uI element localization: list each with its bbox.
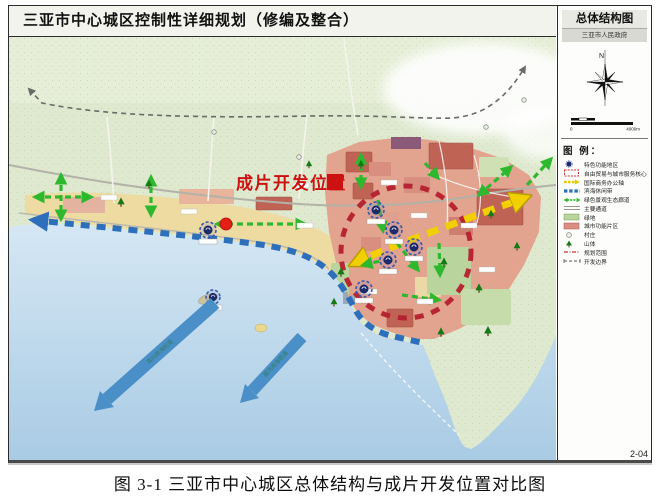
svg-text:N: N [599,53,604,60]
svg-text:4000m: 4000m [626,127,640,132]
annotation-group: 成片开发位置 [236,173,347,193]
legend-item: 自由贸易与城市服务核心 [563,169,648,178]
page-title: 三亚市中心城区控制性详细规划（修编及整合） [9,6,556,35]
blue-circle-icon [563,160,581,168]
map-sheet-title: 总体结构图 [562,10,647,29]
pink-fill-icon [563,222,581,230]
legend: 图 例： 特色功能地区 自由贸易与城市服务核心 国际商务办公轴 滨海休闲带 [563,143,648,266]
village-circle-icon [563,231,581,239]
legend-item: 主要通道 [563,204,648,213]
legend-label: 山体 [584,239,595,248]
legend-label: 滨海休闲带 [584,187,613,196]
plan-sheet: 三亚市中心城区控制性详细规划（修编及整合） [8,5,652,463]
figure-caption: 图 3-1 三亚市中心城区总体结构与成片开发位置对比图 [0,470,660,495]
legend-label: 绿色景观生态廊道 [584,195,630,204]
legend-heading: 图 例： [563,143,648,157]
scale-bar: 0 4000m [568,114,642,132]
legend-label: 村庄 [584,231,595,240]
legend-item: 滨海休闲带 [563,186,648,195]
sidebar-divider [561,138,648,139]
legend-item: 规划范围 [563,248,648,257]
annotation-marker-box [327,174,343,190]
development-site-dot [220,218,232,230]
red-dashed-box-icon [563,169,581,177]
blue-dash-band-icon [563,187,581,195]
legend-item: 绿色景观生态廊道 [563,195,648,204]
legend-label: 主要通道 [584,204,607,213]
svg-text:0: 0 [570,127,573,132]
legend-label: 规划范围 [584,248,607,257]
legend-label: 开发边界 [584,257,607,266]
legend-label: 特色功能地区 [584,160,618,169]
page-number: 2-04 [630,449,648,459]
agency-name: 三亚市人民政府 [562,29,647,42]
north-arrow-icon: N [565,48,645,112]
scanned-plan-page: 三亚市中心城区控制性详细规划（修编及整合） [0,0,660,499]
legend-item: 城市功能片区 [563,222,648,231]
small-island [255,324,267,332]
green-dashed-arrow-icon [563,196,581,204]
double-line-icon [563,204,581,212]
red-dashdot-line-icon [563,248,581,256]
tree-icon [563,240,581,248]
map-area: 面向南海航道 面向南海航道 成片开发位置 [9,37,556,460]
legend-label: 绿地 [584,213,595,222]
green-fill-icon [563,213,581,221]
title-bar: 三亚市中心城区控制性详细规划（修编及整合） [9,6,556,37]
yellow-dashed-arrow-icon [563,178,581,186]
legend-label: 国际商务办公轴 [584,178,624,187]
west-town-block [63,197,105,213]
legend-label: 城市功能片区 [584,222,618,231]
legend-item: 开发边界 [563,257,648,266]
legend-item: 国际商务办公轴 [563,178,648,187]
legend-label: 自由贸易与城市服务核心 [584,169,647,178]
legend-item: 特色功能地区 [563,160,648,169]
map-canvas: 面向南海航道 面向南海航道 成片开发位置 [9,37,556,460]
legend-item: 山体 [563,239,648,248]
legend-item: 村庄 [563,230,648,239]
gray-dash-line-icon [563,257,581,265]
sidebar: 总体结构图 三亚市人民政府 N [557,6,651,460]
